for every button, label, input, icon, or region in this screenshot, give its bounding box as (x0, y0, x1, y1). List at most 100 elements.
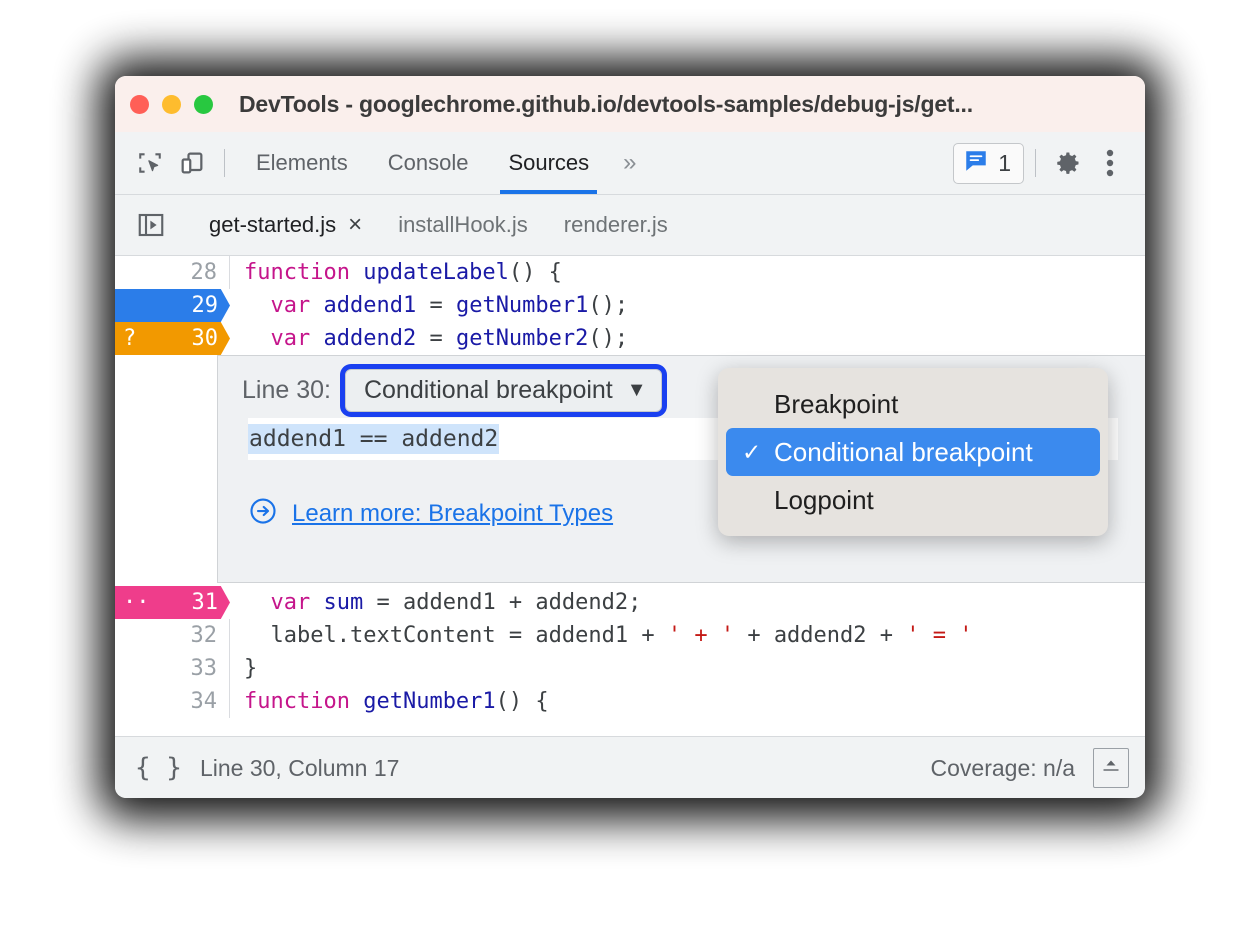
kebab-menu-icon[interactable] (1089, 142, 1131, 184)
code-line-content: var addend2 = getNumber2(); (230, 326, 629, 351)
dropdown-item-label: Conditional breakpoint (774, 436, 1033, 467)
file-tab-get-started[interactable]: get-started.js × (191, 195, 381, 255)
line-number: 32 (190, 623, 218, 648)
token: var (270, 293, 324, 318)
arrow-circle-right-icon (248, 496, 278, 531)
token: ' + ' (667, 623, 735, 648)
window-titlebar: DevTools - googlechrome.github.io/devtoo… (115, 76, 1145, 132)
token: getNumber1 (455, 293, 589, 318)
breakpoint-type-select[interactable]: Conditional breakpoint ▼ (344, 368, 662, 412)
traffic-lights (130, 94, 213, 114)
message-bubble-icon (963, 148, 989, 179)
token: function (244, 260, 364, 285)
dropdown-item-breakpoint[interactable]: Breakpoint (726, 380, 1100, 428)
tab-elements[interactable]: Elements (236, 132, 368, 194)
devtools-main-toolbar: Elements Console Sources » 1 (115, 132, 1145, 195)
chevron-down-icon: ▼ (626, 378, 647, 401)
editor-status-bar: { } Line 30, Column 17 Coverage: n/a (115, 736, 1145, 798)
line-number: 33 (190, 656, 218, 681)
show-navigator-icon[interactable] (129, 203, 173, 247)
toolbar-divider-2 (1035, 149, 1036, 177)
gutter-31-logpoint[interactable]: ·· 31 (115, 586, 230, 619)
window-title: DevTools - googlechrome.github.io/devtoo… (239, 90, 973, 117)
file-tab-label: get-started.js (209, 212, 337, 237)
minimize-window-button[interactable] (162, 94, 181, 114)
token: () { (495, 689, 549, 714)
dropdown-item-label: Logpoint (774, 484, 874, 515)
maximize-window-button[interactable] (194, 94, 213, 114)
close-window-button[interactable] (130, 94, 149, 114)
line-number: 31 (191, 590, 219, 615)
token: function (244, 689, 364, 714)
code-line-content: var addend1 = getNumber1(); (230, 293, 629, 318)
token: = (416, 293, 456, 318)
gutter-30-conditional-breakpoint[interactable]: ? 30 (115, 322, 230, 355)
gutter-33[interactable]: 33 (115, 652, 230, 685)
screenshot-root: DevTools - googlechrome.github.io/devtoo… (0, 0, 1258, 944)
token: sum (323, 590, 364, 615)
gutter-28[interactable]: 28 (115, 256, 230, 289)
dropdown-item-logpoint[interactable]: Logpoint (726, 476, 1100, 524)
token: + addend2 + (734, 623, 907, 648)
tab-sources[interactable]: Sources (488, 132, 609, 194)
code-line-content: var sum = addend1 + addend2; (230, 590, 642, 615)
gear-icon[interactable] (1047, 142, 1089, 184)
device-toolbar-icon[interactable] (171, 142, 213, 184)
code-line-28: 28 function updateLabel() { (115, 256, 1145, 289)
token: updateLabel (363, 260, 509, 285)
line-number: 29 (191, 293, 219, 318)
line-number: 30 (191, 326, 219, 351)
file-tab-renderer[interactable]: renderer.js (546, 195, 686, 255)
cursor-position-text: Line 30, Column 17 (199, 754, 400, 781)
toolbar-divider (224, 149, 225, 177)
code-line-content: function updateLabel() { (230, 260, 562, 285)
gutter-34[interactable]: 34 (115, 685, 230, 718)
token: (); (588, 326, 629, 351)
line-number: 28 (190, 260, 218, 285)
token: addend2 (323, 326, 417, 351)
code-line-33: 33 } (115, 652, 1145, 685)
code-line-29: 29 var addend1 = getNumber1(); (115, 289, 1145, 322)
token: getNumber1 (363, 689, 496, 714)
conditional-breakpoint-glyph: ? (123, 326, 137, 351)
tab-console[interactable]: Console (368, 132, 489, 194)
check-icon: ✓ (742, 438, 762, 465)
dropdown-item-label: Breakpoint (774, 388, 899, 419)
pretty-print-braces-icon[interactable]: { } (135, 753, 182, 783)
code-line-32: 32 label.textContent = addend1 + ' + ' +… (115, 619, 1145, 652)
more-panels-icon[interactable]: » (609, 149, 650, 177)
message-count: 1 (998, 149, 1011, 176)
condition-text: addend1 == addend2 (248, 424, 500, 454)
coverage-text: Coverage: n/a (930, 754, 1075, 781)
code-line-content: label.textContent = addend1 + ' + ' + ad… (230, 623, 972, 648)
breakpoint-line-label: Line 30: (242, 375, 331, 404)
token: () { (508, 260, 562, 285)
show-drawer-icon[interactable] (1093, 748, 1129, 788)
token: getNumber2 (455, 326, 589, 351)
learn-more-link[interactable]: Learn more: Breakpoint Types (292, 500, 613, 528)
breakpoint-type-dropdown[interactable]: Breakpoint ✓ Conditional breakpoint Logp… (718, 368, 1108, 536)
console-messages-badge[interactable]: 1 (953, 142, 1024, 184)
logpoint-glyph: ·· (123, 590, 150, 615)
token: = (416, 326, 456, 351)
token: (); (588, 293, 629, 318)
close-icon[interactable]: × (348, 211, 362, 239)
breakpoint-type-value: Conditional breakpoint (363, 375, 613, 404)
code-line-31: ·· 31 var sum = addend1 + addend2; (115, 586, 1145, 619)
code-line-34: 34 function getNumber1() { (115, 685, 1145, 718)
token: label.textContent = addend1 + (244, 623, 668, 648)
token: var (270, 590, 324, 615)
devtools-window: DevTools - googlechrome.github.io/devtoo… (115, 76, 1145, 798)
dropdown-item-conditional-breakpoint[interactable]: ✓ Conditional breakpoint (726, 428, 1100, 476)
code-line-content: } (230, 656, 257, 681)
file-tab-installhook[interactable]: installHook.js (380, 195, 546, 255)
source-code-editor[interactable]: 28 function updateLabel() { 29 var adden… (115, 256, 1145, 736)
gutter-29-breakpoint[interactable]: 29 (115, 289, 230, 322)
token: var (270, 326, 324, 351)
inspect-element-icon[interactable] (129, 142, 171, 184)
gutter-32[interactable]: 32 (115, 619, 230, 652)
code-line-30: ? 30 var addend2 = getNumber2(); (115, 322, 1145, 355)
